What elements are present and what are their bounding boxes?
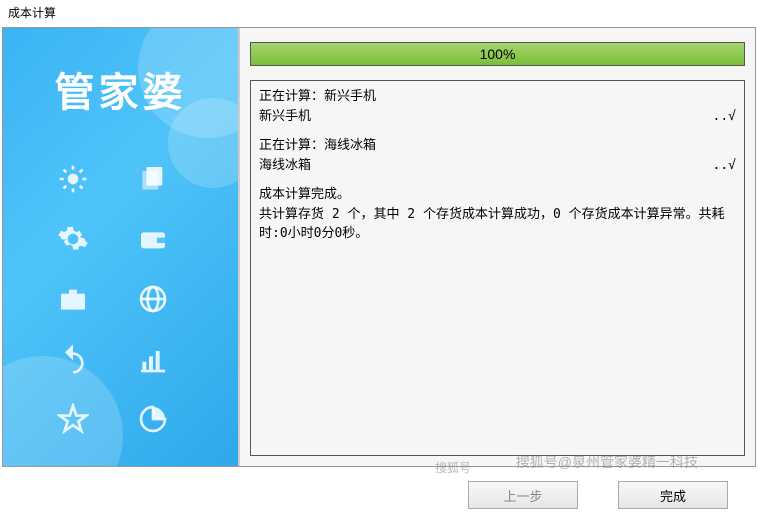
sun-icon: [43, 153, 103, 205]
button-bar: 上一步 完成: [0, 469, 758, 509]
globe-icon: [123, 273, 183, 325]
progress-label: 100%: [251, 43, 744, 65]
briefcase-icon: [43, 273, 103, 325]
log-text: 共计算存货 2 个，其中 2 个存货成本计算成功，0 个存货成本计算异常。共耗时…: [259, 205, 736, 244]
chart-icon: [123, 333, 183, 385]
log-block: 正在计算：新兴手机 新兴手机 ..√: [259, 87, 736, 126]
prev-button[interactable]: 上一步: [468, 481, 578, 509]
undo-icon: [43, 333, 103, 385]
log-text: 海线冰箱: [259, 156, 311, 176]
log-block: 正在计算：海线冰箱 海线冰箱 ..√: [259, 136, 736, 175]
log-text: 成本计算完成。: [259, 185, 736, 205]
log-text: 正在计算：新兴手机: [259, 87, 376, 107]
log-text: 正在计算：海线冰箱: [259, 136, 376, 156]
brand-title: 管家婆: [3, 60, 238, 118]
stack-icon: [123, 153, 183, 205]
log-text: 新兴手机: [259, 107, 311, 127]
icon-grid: [43, 153, 183, 445]
sidebar: 管家婆: [3, 28, 238, 466]
content-panel: 100% 正在计算：新兴手机 新兴手机 ..√ 正在计算：海线冰箱 海线冰箱 .…: [238, 28, 755, 466]
gear-icon: [43, 213, 103, 265]
progress-bar: 100%: [250, 42, 745, 66]
window-title: 成本计算: [0, 0, 758, 25]
log-status: ..√: [713, 156, 736, 176]
wallet-icon: [123, 213, 183, 265]
done-button[interactable]: 完成: [618, 481, 728, 509]
log-area: 正在计算：新兴手机 新兴手机 ..√ 正在计算：海线冰箱 海线冰箱 ..√ 成本…: [250, 80, 745, 456]
pie-icon: [123, 393, 183, 445]
log-status: ..√: [713, 107, 736, 127]
main-container: 管家婆: [2, 27, 756, 467]
log-summary: 成本计算完成。 共计算存货 2 个，其中 2 个存货成本计算成功，0 个存货成本…: [259, 185, 736, 244]
star-icon: [43, 393, 103, 445]
